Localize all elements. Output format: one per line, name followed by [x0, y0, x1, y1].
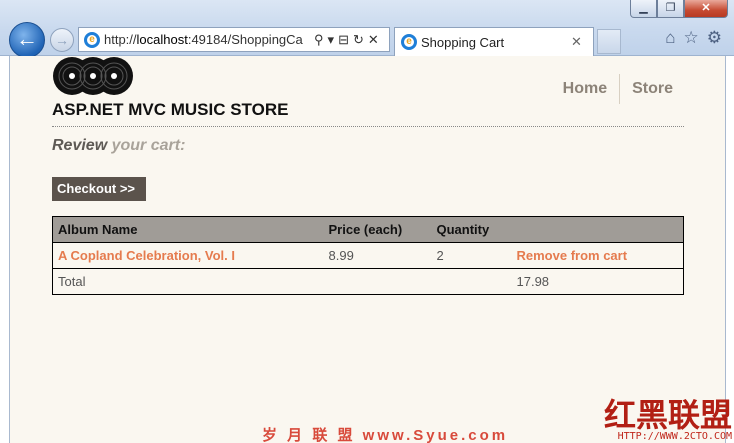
- column-header-quantity: Quantity: [431, 216, 512, 243]
- home-icon[interactable]: ⌂: [665, 28, 675, 48]
- browser-chrome: ▁ ❐ ✕ ← → e http://localhost:49184/Shopp…: [0, 0, 734, 58]
- cart-table: Album Name Price (each) Quantity A Copla…: [52, 216, 684, 295]
- url-prefix: http://: [104, 32, 137, 47]
- tab-close-icon[interactable]: ✕: [571, 34, 587, 50]
- site-title[interactable]: ASP.NET MVC MUSIC STORE: [52, 100, 288, 120]
- search-icon[interactable]: ⚲: [314, 32, 324, 48]
- heading-bold: Review: [52, 137, 108, 154]
- checkout-button[interactable]: Checkout >>: [52, 177, 146, 201]
- header-divider: [52, 126, 684, 127]
- watermark-left: 岁 月 联 盟 www.Syue.com: [262, 427, 509, 443]
- url-host: localhost: [136, 32, 188, 47]
- ie-logo-icon: e: [84, 31, 100, 48]
- address-tools: ⚲ ▾ ⊟ ↻ ✕: [314, 32, 379, 48]
- tab-title: Shopping Cart: [421, 34, 505, 50]
- chevron-down-icon[interactable]: ▾: [328, 32, 335, 48]
- window-controls: ▁ ❐ ✕: [630, 0, 728, 18]
- page-heading: Review your cart:: [52, 137, 185, 155]
- minimize-button[interactable]: ▁: [630, 0, 657, 18]
- price-cell: 8.99: [323, 242, 432, 269]
- page-content: ASP.NET MVC MUSIC STORE Home Store Revie…: [9, 56, 726, 443]
- album-link[interactable]: A Copland Celebration, Vol. I: [52, 242, 324, 269]
- favorites-star-icon[interactable]: ☆: [684, 28, 699, 48]
- stop-icon[interactable]: ✕: [368, 32, 379, 48]
- remove-from-cart-link[interactable]: Remove from cart: [511, 242, 684, 269]
- total-label: Total: [52, 268, 324, 295]
- nav-home-link[interactable]: Home: [551, 74, 619, 104]
- total-row: Total 17.98: [52, 268, 684, 295]
- browser-right-tools: ⌂ ☆ ⚙: [665, 28, 722, 48]
- column-header-price: Price (each): [323, 216, 432, 243]
- forward-button[interactable]: →: [50, 28, 74, 52]
- watermark-right: 红黑联盟: [603, 396, 732, 434]
- address-bar[interactable]: e http://localhost:49184/ShoppingCa ⚲ ▾ …: [78, 27, 390, 52]
- watermark-url: HTTP://WWW.2CTO.COM: [617, 431, 732, 442]
- restore-button[interactable]: ❐: [657, 0, 684, 18]
- quantity-cell: 2: [431, 242, 512, 269]
- address-url[interactable]: http://localhost:49184/ShoppingCa: [104, 32, 310, 47]
- heading-light: your cart:: [111, 137, 186, 154]
- back-button[interactable]: ←: [9, 22, 45, 58]
- vinyl-records-logo[interactable]: [52, 56, 134, 96]
- close-window-button[interactable]: ✕: [684, 0, 728, 18]
- settings-gear-icon[interactable]: ⚙: [707, 28, 722, 48]
- url-rest: :49184/ShoppingCa: [187, 32, 303, 47]
- tab-shopping-cart[interactable]: e Shopping Cart ✕: [394, 27, 594, 56]
- column-header-album: Album Name: [52, 216, 324, 243]
- table-row: A Copland Celebration, Vol. I 8.99 2 Rem…: [52, 242, 684, 269]
- compatibility-view-icon[interactable]: ⊟: [338, 32, 349, 48]
- ie-logo-icon: e: [401, 34, 417, 50]
- empty-cell: [323, 268, 432, 295]
- nav-store-link[interactable]: Store: [619, 74, 685, 104]
- empty-cell: [431, 268, 512, 295]
- main-nav: Home Store: [551, 74, 685, 104]
- refresh-icon[interactable]: ↻: [353, 32, 364, 48]
- total-value: 17.98: [511, 268, 684, 295]
- column-header-actions: [511, 216, 684, 243]
- table-header-row: Album Name Price (each) Quantity: [52, 216, 684, 243]
- new-tab-button[interactable]: [597, 29, 621, 54]
